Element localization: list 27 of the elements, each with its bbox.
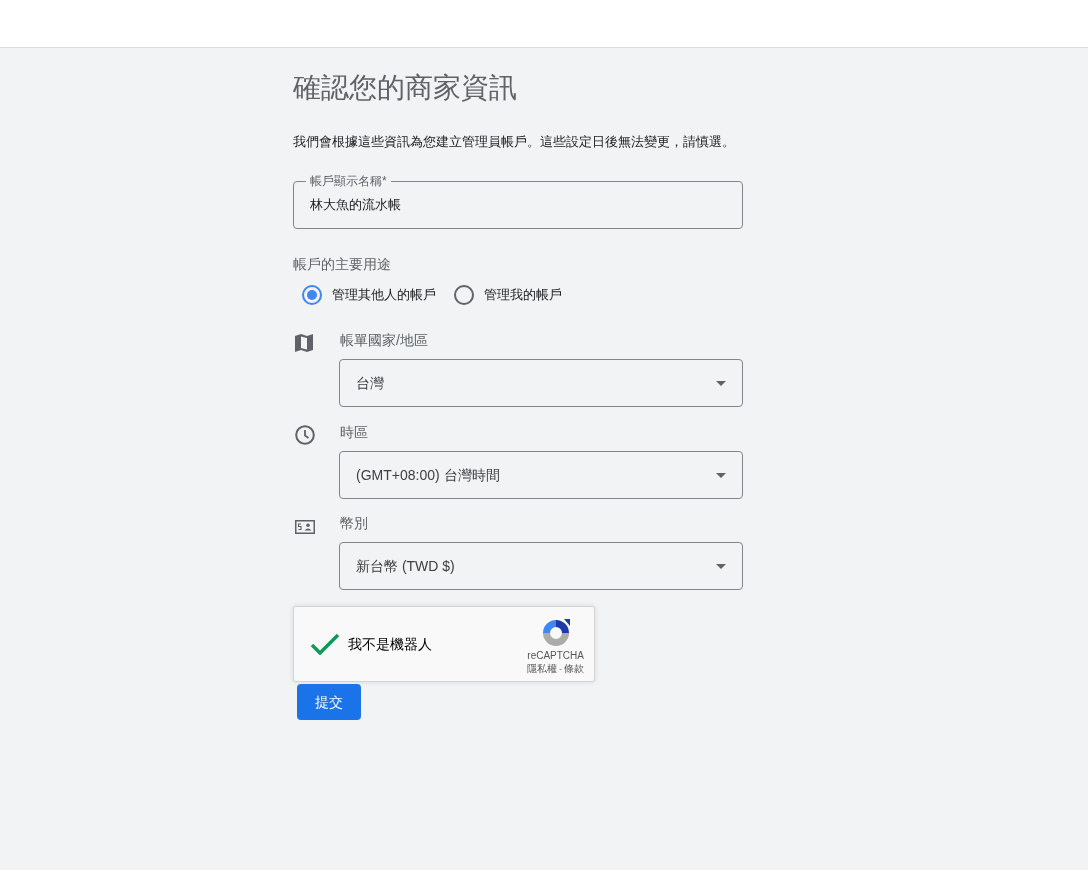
submit-button[interactable]: 提交	[297, 684, 361, 720]
clock-icon	[295, 425, 315, 445]
select-field[interactable]: 新台幣 (TWD $)	[339, 542, 743, 590]
radio-unselected-icon[interactable]	[454, 285, 474, 305]
field-label: 帳單國家/地區	[340, 331, 429, 350]
select-field[interactable]: (GMT+08:00) 台灣時間	[339, 451, 743, 499]
map-icon	[295, 334, 313, 352]
radio-selected-icon[interactable]	[302, 285, 322, 305]
page-title: 確認您的商家資訊	[293, 71, 517, 105]
caret-icon	[716, 380, 726, 386]
radio-option[interactable]: 管理我的帳戶	[454, 283, 562, 307]
privacy-link[interactable]: 隱私權	[527, 663, 558, 675]
field-label: 帳戶顯示名稱*	[309, 173, 388, 189]
terms-link[interactable]: 條款	[564, 663, 584, 675]
caret-icon	[716, 563, 726, 569]
link-separator: -	[559, 663, 562, 675]
field-label: 幣別	[340, 514, 369, 533]
select-field[interactable]: 台灣	[339, 359, 743, 407]
caret-icon	[716, 472, 726, 478]
recaptcha-brand: reCAPTCHA	[527, 650, 584, 662]
section-label: 帳戶的主要用途	[293, 255, 391, 274]
radio-option[interactable]: 管理其他人的帳戶	[302, 283, 436, 307]
checkbox-label: 我不是機器人	[348, 634, 433, 654]
account-name-field[interactable]: 帳戶顯示名稱* 林大魚的流水帳	[293, 173, 743, 229]
currency-card-icon	[295, 520, 315, 534]
field-label: 時區	[340, 423, 369, 442]
page-description: 我們會根據這些資訊為您建立管理員帳戶。這些設定日後無法變更，請慎選。	[293, 133, 735, 151]
